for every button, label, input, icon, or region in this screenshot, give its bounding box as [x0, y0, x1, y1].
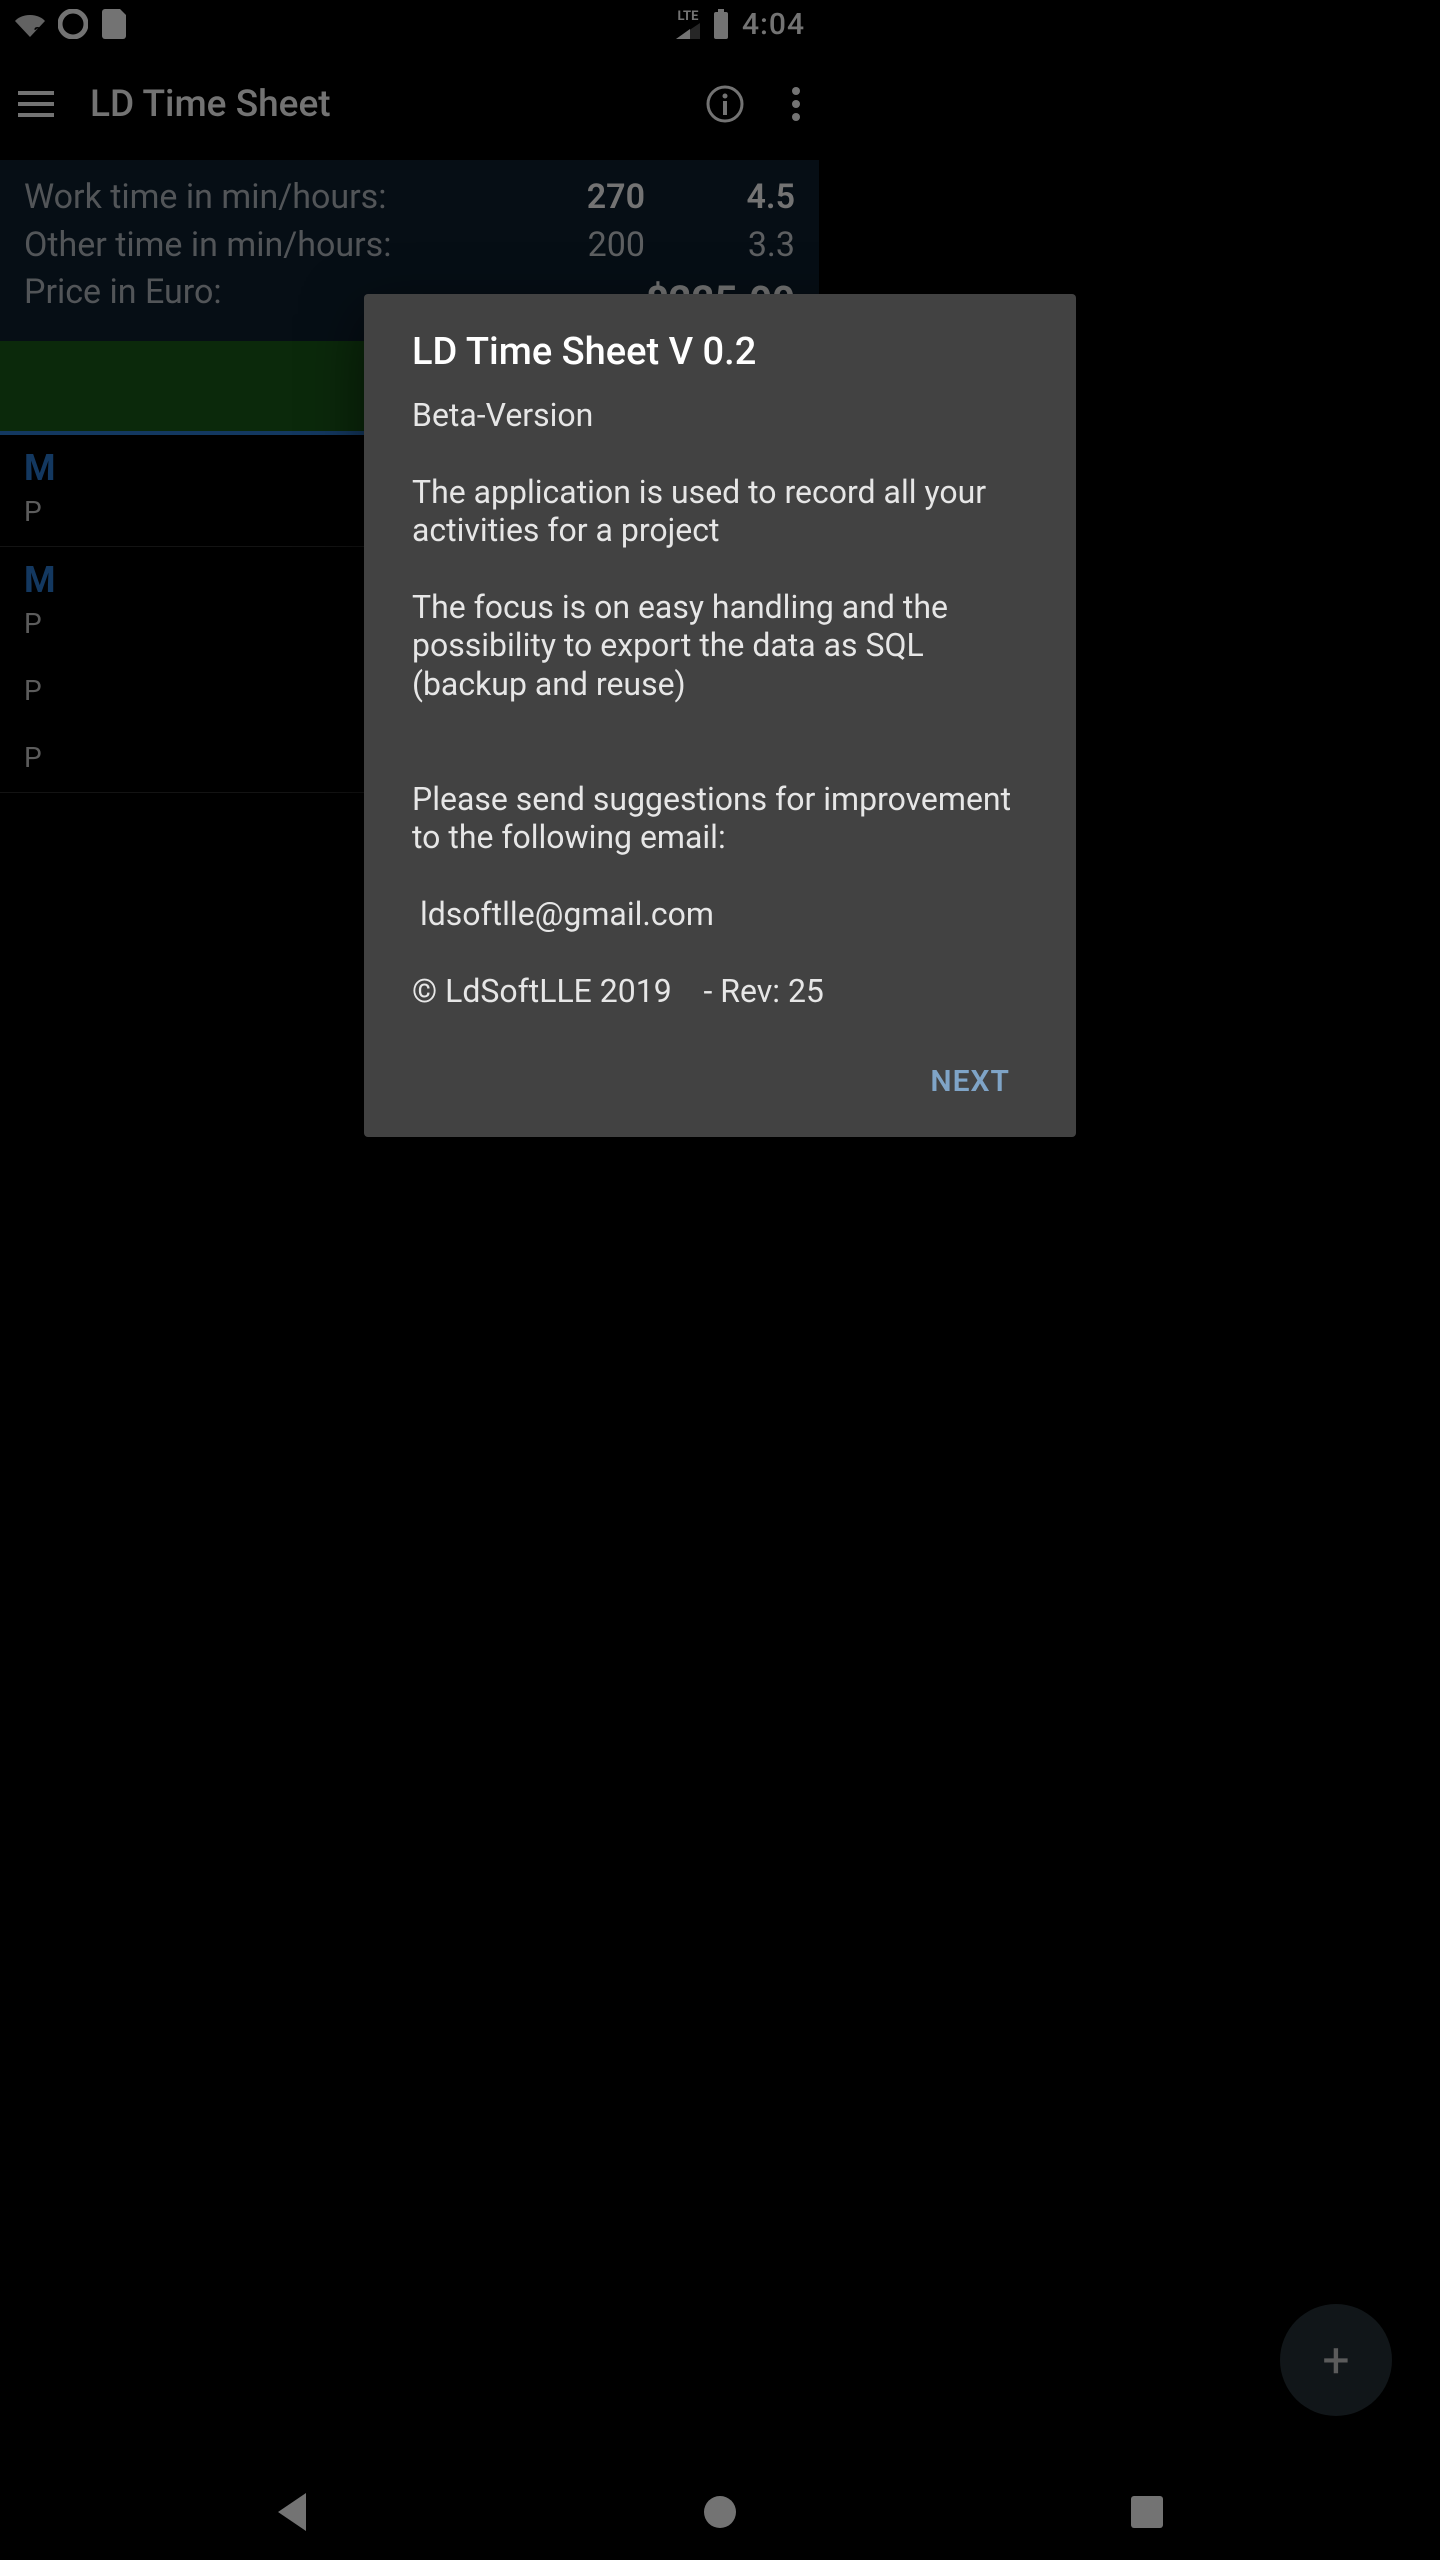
dialog-scrim[interactable]: LD Time Sheet V 0.2 Beta-Version The app… [0, 0, 1440, 2560]
dialog-title: LD Time Sheet V 0.2 [412, 330, 1028, 374]
next-button[interactable]: NEXT [912, 1052, 1028, 1111]
dialog-body: Beta-Version The application is used to … [412, 396, 1028, 1010]
about-dialog: LD Time Sheet V 0.2 Beta-Version The app… [364, 294, 1076, 1137]
